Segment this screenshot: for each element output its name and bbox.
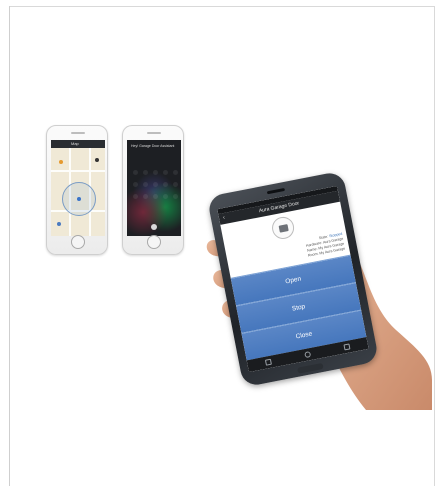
garage-door-icon <box>270 215 296 241</box>
assistant-text: Hey! Garage Door Assistant <box>131 144 175 148</box>
recents-icon[interactable] <box>264 358 272 366</box>
frame-border-top <box>9 6 435 7</box>
home-button-icon <box>71 235 85 249</box>
map-road <box>51 170 105 172</box>
location-dot-icon <box>77 197 81 201</box>
iphone-siri: Hey! Garage Door Assistant <box>122 125 184 255</box>
back-icon[interactable] <box>343 343 351 351</box>
siri-screen: Hey! Garage Door Assistant <box>127 140 181 236</box>
iphone-map: Map <box>46 125 108 255</box>
speaker-icon <box>147 132 161 134</box>
frame-border-right <box>434 6 435 486</box>
home-icon[interactable] <box>304 351 312 359</box>
photo-frame: Map Hey! Garage Door Assistant ‹ Aura Ga… <box>0 0 438 492</box>
map-pin-icon <box>95 158 99 162</box>
frame-border-left <box>9 6 10 486</box>
map-pin-icon <box>57 222 61 226</box>
microphone-icon <box>151 224 157 230</box>
home-button-icon <box>147 235 161 249</box>
speaker-icon <box>71 132 85 134</box>
map-top-bar-title: Map <box>71 141 79 146</box>
map-top-bar: Map <box>51 140 105 148</box>
map-pin-icon <box>59 160 63 164</box>
map-screen: Map <box>51 140 105 236</box>
